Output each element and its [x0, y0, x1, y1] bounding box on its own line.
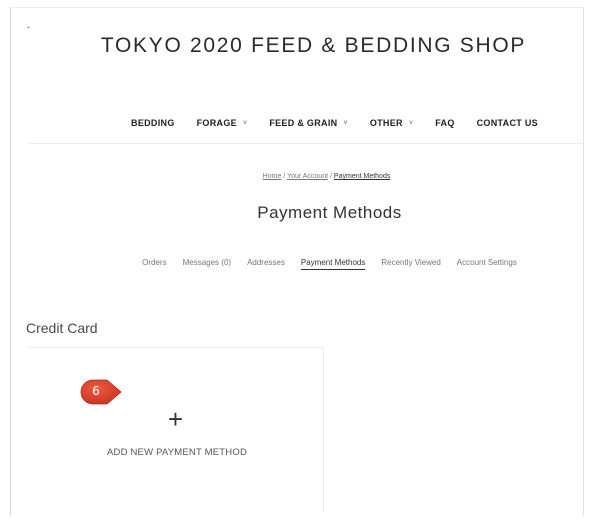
- nav-item-feed-grain[interactable]: FEED & GRAIN ˅: [269, 118, 348, 128]
- nav-item-label: CONTACT US: [476, 118, 538, 128]
- nav-item-label: FAQ: [435, 118, 455, 128]
- breadcrumb-home[interactable]: Home: [263, 173, 282, 180]
- nav-item-label: BEDDING: [131, 118, 175, 128]
- tab-messages[interactable]: Messages (0): [183, 258, 231, 270]
- shop-title[interactable]: TOKYO 2020 FEED & BEDDING SHOP: [0, 34, 595, 58]
- chevron-down-icon: ˅: [408, 119, 414, 127]
- breadcrumb-separator: /: [330, 173, 332, 180]
- callout-number: 6: [92, 384, 100, 398]
- breadcrumb-your-account[interactable]: Your Account: [287, 173, 328, 180]
- nav-item-label: FORAGE: [196, 118, 237, 128]
- add-payment-method-card[interactable]: + ADD NEW PAYMENT METHOD: [28, 347, 324, 512]
- page-title: Payment Methods: [257, 203, 402, 222]
- nav-item-bedding[interactable]: BEDDING: [131, 118, 175, 128]
- tab-addresses[interactable]: Addresses: [247, 258, 285, 270]
- nav-item-faq[interactable]: FAQ: [435, 118, 454, 128]
- nav-item-label: OTHER: [369, 118, 403, 128]
- nav-item-forage[interactable]: FORAGE ˅: [197, 118, 248, 128]
- tab-account-settings[interactable]: Account Settings: [457, 258, 517, 270]
- nav-divider: [28, 143, 584, 144]
- tab-payment-methods[interactable]: Payment Methods: [300, 258, 366, 270]
- section-title-credit-card: Credit Card: [26, 320, 98, 336]
- step-callout-badge: 6: [79, 378, 123, 406]
- chevron-down-icon: ˅: [242, 119, 248, 127]
- tab-orders[interactable]: Orders: [142, 258, 166, 270]
- corner-mark: -: [27, 22, 30, 32]
- breadcrumb-separator: /: [283, 173, 286, 180]
- plus-icon[interactable]: +: [28, 406, 323, 432]
- chevron-down-icon: ˅: [343, 119, 348, 127]
- breadcrumb: Home / Your Account / Payment Methods: [0, 173, 595, 180]
- tab-recently-viewed[interactable]: Recently Viewed: [381, 258, 440, 270]
- account-tabs: Orders Messages (0) Addresses Payment Me…: [0, 258, 595, 270]
- nav-item-contact-us[interactable]: CONTACT US: [477, 118, 538, 128]
- breadcrumb-payment-methods[interactable]: Payment Methods: [334, 173, 390, 180]
- add-payment-method-label[interactable]: ADD NEW PAYMENT METHOD: [28, 447, 323, 458]
- nav-item-label: FEED & GRAIN: [269, 118, 338, 128]
- main-nav: BEDDING FORAGE ˅ FEED & GRAIN ˅ OTHER ˅ …: [0, 118, 595, 128]
- nav-item-other[interactable]: OTHER ˅: [370, 118, 413, 128]
